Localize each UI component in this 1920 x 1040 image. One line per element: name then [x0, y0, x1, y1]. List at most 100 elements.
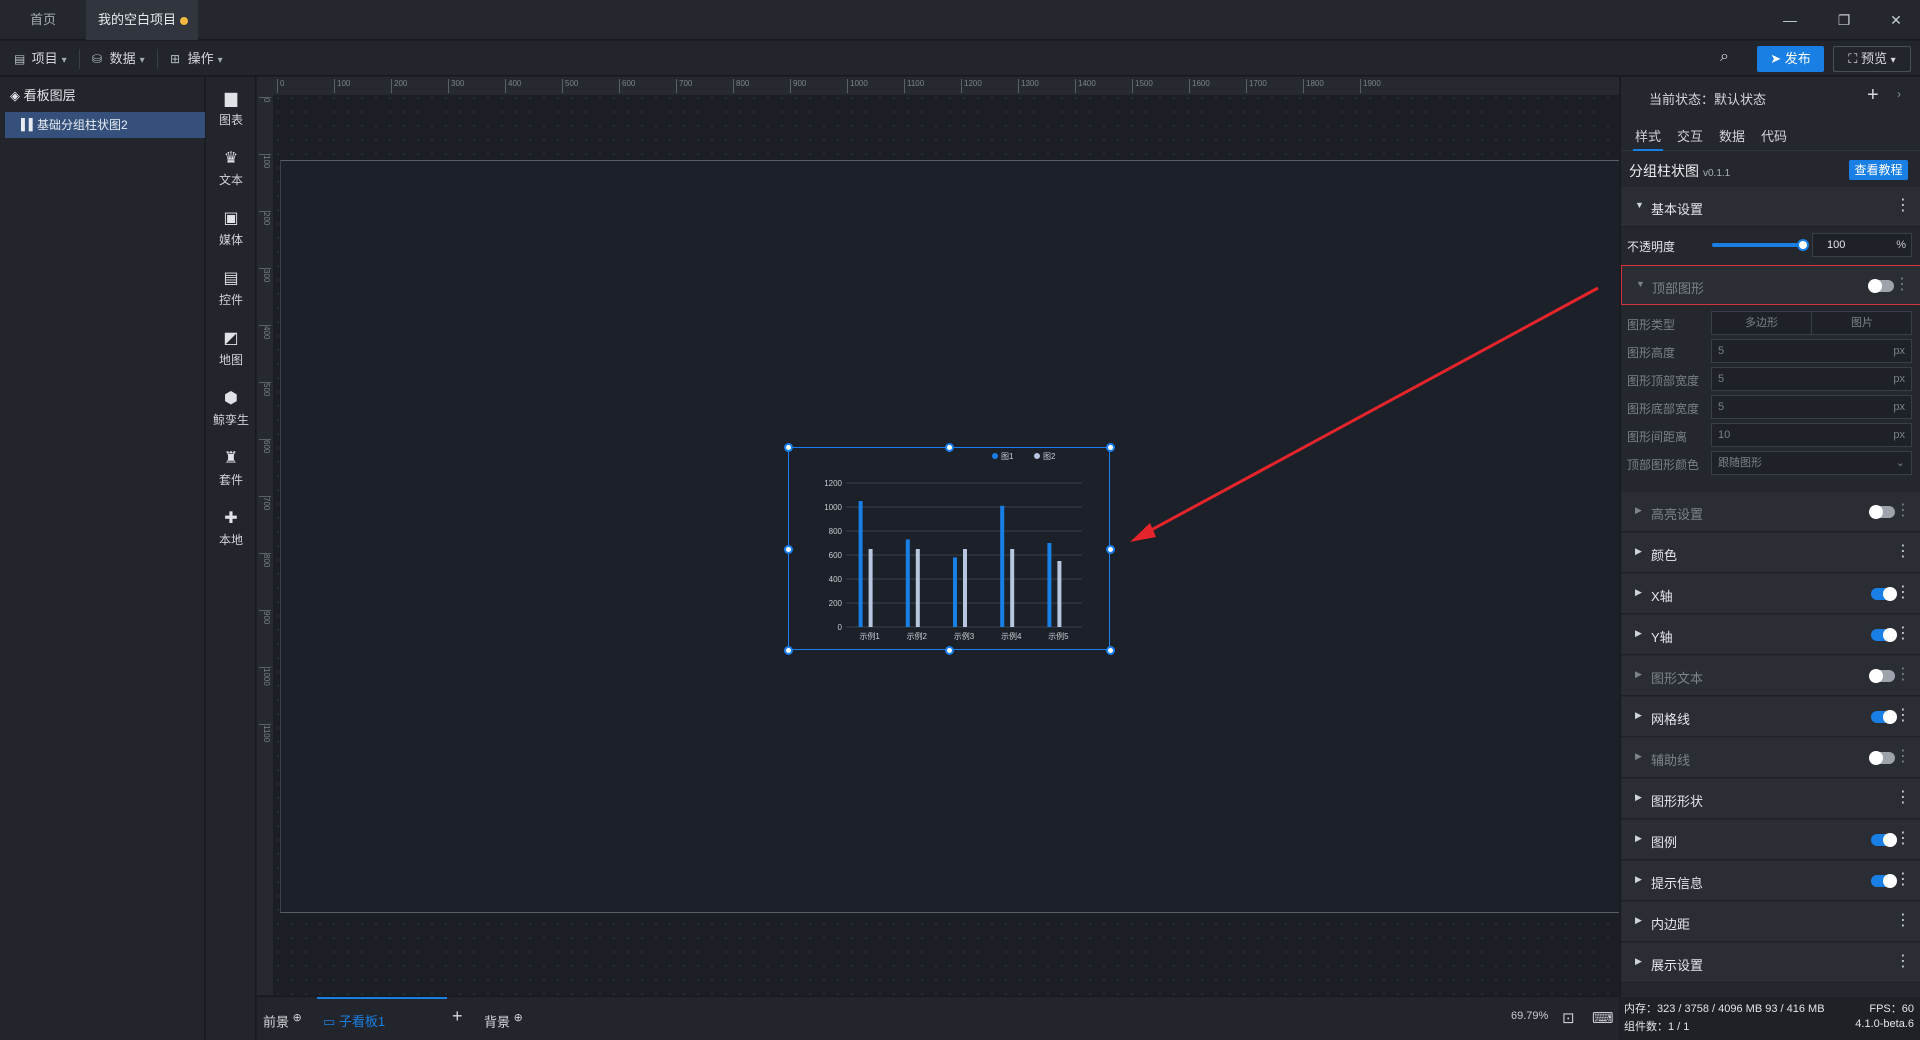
tab-home[interactable]: 首页: [10, 0, 76, 40]
fit-screen-icon[interactable]: ⊡: [1562, 1009, 1575, 1027]
top-shape-color-select[interactable]: 跟随图形 ⌄: [1711, 451, 1912, 475]
property-section[interactable]: ▶ 辅助线 ⋮: [1621, 738, 1920, 778]
menu-data[interactable]: ⛁ 数据 ▾: [88, 47, 145, 71]
tab-background[interactable]: 背景 ⊕: [484, 1011, 523, 1030]
section-label: 内边距: [1651, 917, 1691, 932]
zoom-level[interactable]: 69.79%: [1511, 1010, 1548, 1022]
keyboard-icon[interactable]: ⌨: [1592, 1009, 1614, 1027]
resize-handle[interactable]: [784, 545, 793, 554]
section-top-shape[interactable]: ▼ 顶部图形 ⋮: [1621, 265, 1920, 305]
more-icon[interactable]: ⋮: [1895, 828, 1911, 848]
property-section[interactable]: ▶ Y轴 ⋮: [1621, 615, 1920, 655]
ruler-top: 0 100 200 300 400 500 600 700 800 900 1000 1100 1200…: [273, 77, 1619, 95]
add-board-icon[interactable]: +: [452, 1006, 463, 1027]
caret-right-icon: ▶: [1635, 874, 1642, 884]
shape-height-input[interactable]: 5 px: [1711, 339, 1912, 363]
section-toggle[interactable]: [1871, 874, 1897, 888]
slider-thumb[interactable]: [1797, 239, 1809, 251]
chevron-right-icon[interactable]: ›: [1897, 87, 1901, 101]
property-section[interactable]: ▶ 图形形状 ⋮: [1621, 779, 1920, 819]
section-toggle[interactable]: [1869, 669, 1895, 683]
more-icon[interactable]: ⋮: [1895, 541, 1911, 561]
tool-twin[interactable]: ⬢ 鲸孪生: [206, 389, 256, 428]
field-value: 跟随图形: [1718, 457, 1762, 469]
section-toggle[interactable]: [1871, 587, 1897, 601]
chart-widget[interactable]: 0 200 400 600 800 1000 1200 示例1 示例2 示例3 示例4 示例5 图1 图2: [784, 443, 1115, 655]
tab-subboard[interactable]: ▭ 子看板1: [323, 1011, 385, 1030]
publish-button[interactable]: ➤ 发布: [1757, 46, 1824, 72]
tool-text[interactable]: ♛ 文本: [206, 149, 256, 188]
add-circle-icon[interactable]: ⊕: [514, 1012, 523, 1024]
tool-control[interactable]: ▤ 控件: [206, 269, 256, 308]
more-icon[interactable]: ⋮: [1895, 705, 1911, 725]
resize-handle[interactable]: [1106, 545, 1115, 554]
minimize-icon[interactable]: —: [1780, 10, 1800, 30]
more-icon[interactable]: ⋮: [1895, 623, 1911, 643]
component-name: 分组柱状图: [1629, 163, 1699, 179]
property-section[interactable]: ▶ X轴 ⋮: [1621, 574, 1920, 614]
menu-project[interactable]: ▤ 项目 ▾: [10, 47, 67, 71]
tab-foreground[interactable]: 前景 ⊕: [263, 1011, 302, 1030]
section-toggle[interactable]: [1869, 505, 1895, 519]
add-state-icon[interactable]: +: [1867, 84, 1879, 107]
property-section[interactable]: ▶ 展示设置 ⋮: [1621, 943, 1920, 983]
more-icon[interactable]: ⋮: [1895, 195, 1911, 215]
resize-handle[interactable]: [784, 443, 793, 452]
more-icon[interactable]: ⋮: [1895, 910, 1911, 930]
section-toggle[interactable]: [1871, 628, 1897, 642]
more-icon[interactable]: ⋮: [1894, 274, 1910, 294]
resize-handle[interactable]: [1106, 646, 1115, 655]
tool-local[interactable]: ✚ 本地: [206, 509, 256, 548]
opacity-input[interactable]: 100 %: [1812, 233, 1912, 257]
add-circle-icon[interactable]: ⊕: [293, 1012, 302, 1024]
option-polygon[interactable]: 多边形: [1712, 312, 1812, 334]
tab-data[interactable]: 数据: [1719, 126, 1745, 145]
resize-handle[interactable]: [784, 646, 793, 655]
divider: [157, 49, 158, 69]
menu-operation[interactable]: ⊞ 操作 ▾: [166, 47, 223, 71]
resize-handle[interactable]: [1106, 443, 1115, 452]
option-image[interactable]: 图片: [1812, 312, 1912, 334]
tab-code[interactable]: 代码: [1761, 126, 1787, 145]
section-toggle[interactable]: [1871, 710, 1897, 724]
tab-interaction[interactable]: 交互: [1677, 126, 1703, 145]
preview-button[interactable]: ⛶ 预览 ▾: [1833, 46, 1911, 72]
property-section[interactable]: ▶ 图形文本 ⋮: [1621, 656, 1920, 696]
more-icon[interactable]: ⋮: [1895, 664, 1911, 684]
property-section[interactable]: ▶ 高亮设置 ⋮: [1621, 492, 1920, 532]
more-icon[interactable]: ⋮: [1895, 746, 1911, 766]
tool-media[interactable]: ▣ 媒体: [206, 209, 256, 248]
more-icon[interactable]: ⋮: [1895, 500, 1911, 520]
property-section[interactable]: ▶ 网格线 ⋮: [1621, 697, 1920, 737]
shape-top-width-input[interactable]: 5 px: [1711, 367, 1912, 391]
tab-project[interactable]: 我的空白项目: [86, 0, 198, 40]
resize-handle[interactable]: [945, 443, 954, 452]
tool-chart[interactable]: ▆ 图表: [206, 89, 256, 128]
property-section[interactable]: ▶ 提示信息 ⋮: [1621, 861, 1920, 901]
close-icon[interactable]: ✕: [1886, 10, 1906, 30]
top-shape-toggle[interactable]: [1868, 279, 1894, 293]
property-section[interactable]: ▶ 图例 ⋮: [1621, 820, 1920, 860]
section-toggle[interactable]: [1869, 751, 1895, 765]
more-icon[interactable]: ⋮: [1895, 869, 1911, 889]
tab-style[interactable]: 样式: [1635, 126, 1661, 145]
more-icon[interactable]: ⋮: [1895, 582, 1911, 602]
preview-label: 预览: [1861, 51, 1888, 66]
opacity-slider[interactable]: [1712, 243, 1802, 247]
more-icon[interactable]: ⋮: [1895, 951, 1911, 971]
property-section[interactable]: ▶ 颜色 ⋮: [1621, 533, 1920, 573]
restore-icon[interactable]: ❐: [1834, 10, 1854, 30]
resize-handle[interactable]: [945, 646, 954, 655]
property-section[interactable]: ▶ 内边距 ⋮: [1621, 902, 1920, 942]
shape-spacing-input[interactable]: 10 px: [1711, 423, 1912, 447]
layer-item[interactable]: ▌▌ 基础分组柱状图2: [5, 112, 205, 138]
section-toggle[interactable]: [1871, 833, 1897, 847]
more-icon[interactable]: ⋮: [1895, 787, 1911, 807]
tool-kit[interactable]: ♜ 套件: [206, 449, 256, 488]
arrow-line: [1141, 286, 1599, 537]
search-icon[interactable]: ⌕: [1720, 48, 1729, 66]
section-basic-settings[interactable]: ▼ 基本设置 ⋮: [1621, 187, 1920, 227]
tool-map[interactable]: ◩ 地图: [206, 329, 256, 368]
tutorial-button[interactable]: 查看教程: [1849, 160, 1908, 180]
shape-bottom-width-input[interactable]: 5 px: [1711, 395, 1912, 419]
